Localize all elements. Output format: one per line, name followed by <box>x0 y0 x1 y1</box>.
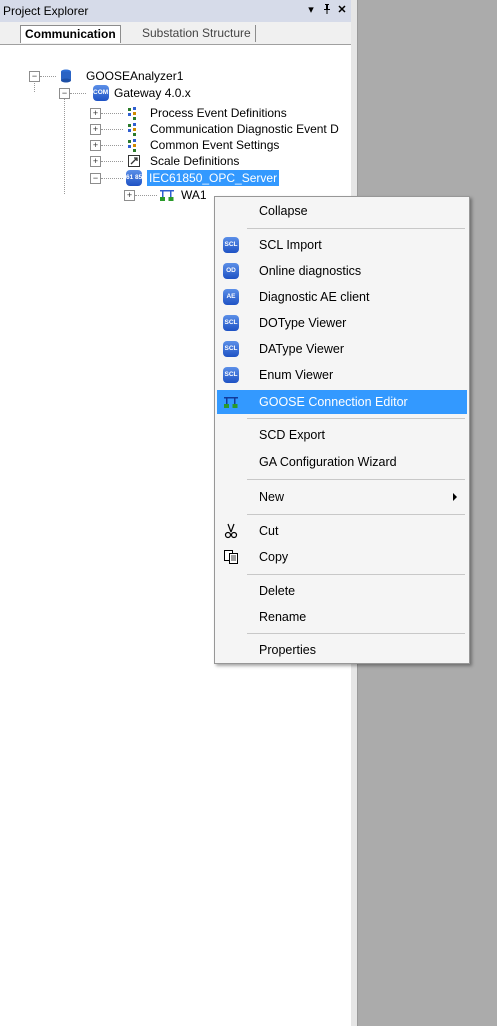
dropdown-icon[interactable]: ▾ <box>304 3 318 17</box>
network-icon <box>160 190 174 201</box>
scl-icon: SCL <box>223 237 239 253</box>
expand-icon[interactable]: + <box>124 190 135 201</box>
collapse-icon[interactable]: − <box>90 173 101 184</box>
tree-node-comm-diagnostic[interactable]: + Communication Diagnostic Event D <box>0 121 351 137</box>
tree-node-iec61850-server[interactable]: − 61 850 IEC61850_OPC_Server <box>0 170 351 186</box>
menu-item-enum-viewer[interactable]: SCL Enum Viewer <box>217 363 467 387</box>
tree-node-root[interactable]: − GOOSEAnalyzer1 <box>0 68 351 84</box>
submenu-arrow-icon <box>453 493 457 501</box>
collapse-icon[interactable]: − <box>59 88 70 99</box>
scissors-icon <box>224 523 238 539</box>
diagnostic-event-icon <box>128 123 136 136</box>
ae-client-icon: AE <box>223 289 239 305</box>
menu-item-ga-configuration-wizard[interactable]: GA Configuration Wizard <box>217 450 467 474</box>
menu-item-cut[interactable]: Cut <box>217 519 467 543</box>
menu-item-label: SCD Export <box>259 428 325 442</box>
copy-icon <box>224 550 238 564</box>
tree-node-gateway[interactable]: − COM 600 Gateway 4.0.x <box>0 85 351 101</box>
menu-item-label: Properties <box>259 643 316 657</box>
event-definitions-icon <box>128 107 136 120</box>
menu-item-label: Online diagnostics <box>259 264 362 278</box>
menu-item-datype-viewer[interactable]: SCL DAType Viewer <box>217 337 467 361</box>
scale-definitions-icon <box>128 155 140 167</box>
menu-item-label: Rename <box>259 610 307 624</box>
menu-item-label: DOType Viewer <box>259 316 347 330</box>
tab-substation-structure[interactable]: Substation Structure <box>138 25 256 42</box>
menu-separator <box>247 418 465 419</box>
menu-item-new[interactable]: New <box>217 485 467 509</box>
menu-item-goose-connection-editor[interactable]: GOOSE Connection Editor <box>217 390 467 414</box>
context-menu: Collapse SCL SCL Import OD Online diagno… <box>214 196 470 664</box>
menu-separator <box>247 228 465 229</box>
menu-separator <box>247 514 465 515</box>
tree-label: WA1 <box>181 188 207 202</box>
menu-item-label: GOOSE Connection Editor <box>259 395 408 409</box>
menu-item-online-diagnostics[interactable]: OD Online diagnostics <box>217 259 467 283</box>
online-diagnostics-icon: OD <box>223 263 239 279</box>
menu-item-label: DAType Viewer <box>259 342 344 356</box>
collapse-icon[interactable]: − <box>29 71 40 82</box>
tree-label: Process Event Definitions <box>150 106 287 120</box>
menu-item-label: Enum Viewer <box>259 368 334 382</box>
panel-title: Project Explorer <box>3 4 89 18</box>
tree-connector <box>101 178 123 179</box>
gateway-icon: COM 600 <box>93 85 121 101</box>
menu-item-properties[interactable]: Properties <box>217 638 467 662</box>
panel-titlebar: Project Explorer ▾ ✕ <box>0 0 351 23</box>
scl-icon: SCL <box>223 367 239 383</box>
tree-node-common-events[interactable]: + Common Event Settings <box>0 137 351 153</box>
explorer-tabs: Communication Substation Structure <box>0 22 351 45</box>
pin-icon[interactable] <box>320 3 334 17</box>
tree-label-selected: IEC61850_OPC_Server <box>147 170 280 186</box>
menu-item-label: GA Configuration Wizard <box>259 455 397 469</box>
network-icon <box>224 397 238 408</box>
menu-item-dotype-viewer[interactable]: SCL DOType Viewer <box>217 311 467 335</box>
menu-item-copy[interactable]: Copy <box>217 545 467 569</box>
tree-connector <box>101 129 123 130</box>
expand-icon[interactable]: + <box>90 156 101 167</box>
menu-item-diagnostic-ae-client[interactable]: AE Diagnostic AE client <box>217 285 467 309</box>
tree-connector <box>40 76 56 77</box>
iec61850-server-icon: 61 850 <box>126 170 146 186</box>
menu-separator <box>247 633 465 634</box>
menu-item-label: Cut <box>259 524 279 538</box>
menu-item-collapse[interactable]: Collapse <box>217 199 467 223</box>
expand-icon[interactable]: + <box>90 140 101 151</box>
tree-label: Common Event Settings <box>150 138 280 152</box>
event-settings-icon <box>128 139 136 152</box>
tree-connector <box>101 145 123 146</box>
pin-glyph <box>324 4 330 14</box>
tree-label: Gateway 4.0.x <box>114 86 191 100</box>
tree-node-scale-definitions[interactable]: + Scale Definitions <box>0 153 351 169</box>
scl-icon: SCL <box>223 341 239 357</box>
tree-label: GOOSEAnalyzer1 <box>86 69 184 83</box>
tree-label: Scale Definitions <box>150 154 240 168</box>
menu-item-label: New <box>259 490 285 504</box>
menu-separator <box>247 574 465 575</box>
close-icon[interactable]: ✕ <box>335 3 349 17</box>
menu-item-label: SCL Import <box>259 238 322 252</box>
menu-item-label: Collapse <box>259 204 308 218</box>
tree-connector <box>101 161 123 162</box>
expand-icon[interactable]: + <box>90 108 101 119</box>
menu-item-scl-import[interactable]: SCL SCL Import <box>217 233 467 257</box>
menu-item-delete[interactable]: Delete <box>217 579 467 603</box>
menu-item-label: Diagnostic AE client <box>259 290 370 304</box>
scl-icon: SCL <box>223 315 239 331</box>
menu-item-label: Delete <box>259 584 296 598</box>
menu-separator <box>247 479 465 480</box>
tree-connector <box>135 195 157 196</box>
tree-connector <box>70 93 86 94</box>
tree-connector <box>101 113 123 114</box>
menu-item-rename[interactable]: Rename <box>217 605 467 629</box>
tree-label: Communication Diagnostic Event D <box>150 122 339 136</box>
expand-icon[interactable]: + <box>90 124 101 135</box>
tab-communication[interactable]: Communication <box>20 25 121 43</box>
tree-node-process-events[interactable]: + Process Event Definitions <box>0 105 351 121</box>
database-icon <box>61 69 71 83</box>
menu-item-label: Copy <box>259 550 289 564</box>
menu-item-scd-export[interactable]: SCD Export <box>217 423 467 447</box>
